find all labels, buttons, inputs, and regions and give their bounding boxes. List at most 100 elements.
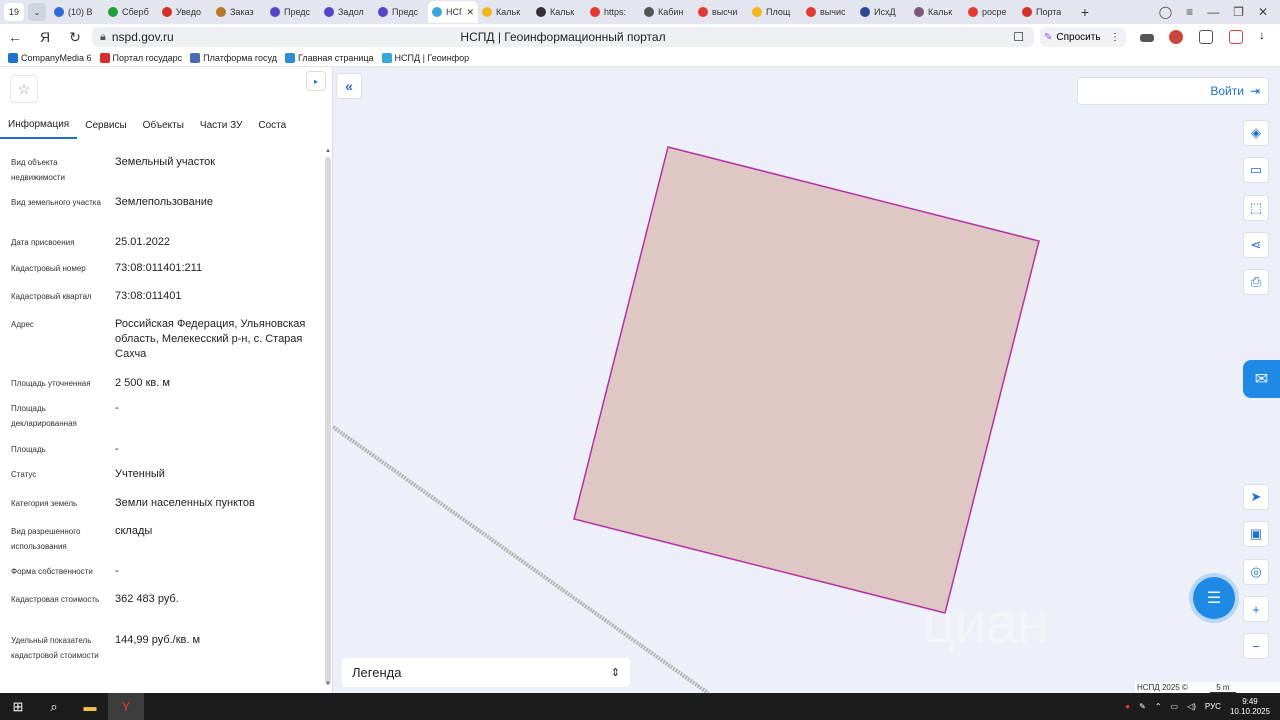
browser-tab[interactable]: Кальк — [532, 1, 586, 23]
info-key: Удельный показатель кадастровой стоимост… — [11, 636, 99, 660]
address-field[interactable]: 🔒︎ nspd.gov.ru НСПД | Геоинформационный … — [92, 27, 1034, 47]
extension-icon[interactable] — [1199, 30, 1213, 44]
bookmark-icon[interactable]: ☐ — [1013, 30, 1024, 44]
zoom-out-button[interactable]: − — [1243, 633, 1269, 659]
os-taskbar: ⊞ ⌕ ▬ Y ● ✎ ⌃ ▭ ◁) РУС 9:49 10.10.2025 — [0, 693, 1280, 720]
browser-tab[interactable]: Сберб — [104, 1, 158, 23]
chevron-down-icon[interactable]: ⌄ — [28, 3, 46, 21]
feedback-button[interactable]: ✉ — [1243, 360, 1280, 398]
yandex-browser-icon[interactable]: Y — [108, 693, 144, 720]
tab-count-button[interactable]: 19 — [4, 3, 24, 21]
extension-icon[interactable] — [1140, 34, 1154, 42]
minimap-icon[interactable]: ▣ — [1243, 521, 1269, 547]
panel-tab[interactable]: Соста — [250, 111, 294, 139]
clock-date: 10.10.2025 — [1229, 706, 1270, 716]
browser-tab[interactable]: Предс — [374, 1, 428, 23]
layers-icon[interactable]: ◈ — [1243, 120, 1269, 146]
windows-start-icon[interactable]: ⊞ — [0, 693, 36, 720]
ask-button[interactable]: ✎ Спросить ⋮ — [1040, 27, 1126, 47]
yandex-button[interactable]: Я — [30, 29, 60, 45]
extension-icon[interactable] — [1229, 30, 1243, 44]
browser-tab[interactable]: ИсхД — [856, 1, 910, 23]
tabs-next-button[interactable]: ▸ — [306, 71, 326, 91]
browser-tab[interactable]: Кальк — [478, 1, 532, 23]
clock[interactable]: 9:49 10.10.2025 — [1230, 697, 1270, 717]
ruler-icon[interactable]: ▭ — [1243, 157, 1269, 183]
antivirus-icon[interactable]: ● — [1125, 702, 1130, 711]
bookmark-item[interactable]: Портал государс — [99, 53, 182, 63]
locate-icon[interactable]: ➤ — [1243, 484, 1269, 510]
favicon-icon — [54, 7, 64, 17]
copyright-text: НСПД 2025 © — [1137, 683, 1188, 692]
new-tab-button[interactable]: + — [1076, 4, 1094, 20]
panel-scrollbar[interactable] — [325, 157, 331, 685]
language-indicator[interactable]: РУС — [1205, 702, 1221, 711]
page-title: НСПД | Геоинформационный портал — [460, 30, 666, 44]
browser-tab[interactable]: (10) B — [50, 1, 104, 23]
more-icon[interactable]: ⋮ — [1110, 32, 1126, 43]
browser-tab[interactable]: Предс — [266, 1, 320, 23]
browser-tab[interactable]: высчи — [694, 1, 748, 23]
address-bar-row: ← Я ↻ 🔒︎ nspd.gov.ru НСПД | Геоинформаци… — [0, 24, 1280, 50]
bookmark-item[interactable]: CompanyMedia 6 — [8, 53, 92, 63]
menu-icon[interactable]: ≡ — [1186, 5, 1193, 19]
browser-tab[interactable]: https: — [586, 1, 640, 23]
bookmark-item[interactable]: НСПД | Геоинфор — [381, 53, 469, 63]
browser-tab[interactable]: Заказ — [212, 1, 266, 23]
info-key: Форма собственности — [11, 567, 93, 576]
browser-tab[interactable]: Уведо — [158, 1, 212, 23]
chat-button[interactable]: ☰ — [1193, 577, 1235, 619]
panel-tab[interactable]: Части ЗУ — [192, 111, 250, 139]
login-button[interactable]: Войти ⇥ — [1077, 77, 1269, 105]
close-tab-icon[interactable]: ✕ — [466, 7, 474, 18]
scroll-down-arrow[interactable]: ▼ — [325, 681, 331, 687]
panel-tabs: Информация Сервисы Объекты Части ЗУ Соста — [0, 111, 325, 139]
print-icon[interactable]: ⎙ — [1243, 269, 1269, 295]
info-value: - — [115, 565, 119, 577]
browser-tab[interactable]: Порта — [1018, 1, 1072, 23]
browser-tab[interactable]: Площ — [748, 1, 802, 23]
network-icon[interactable]: ▭ — [1171, 702, 1179, 711]
legend-dropdown[interactable]: Легенда ⇕ — [342, 658, 630, 687]
download-icon[interactable]: ↓ — [1259, 28, 1273, 42]
zoom-in-button[interactable]: + — [1243, 596, 1269, 622]
bookmark-item[interactable]: Главная страница — [284, 53, 374, 63]
panel-tab[interactable]: Сервисы — [77, 111, 134, 139]
extension-icon[interactable] — [1169, 30, 1183, 44]
browser-tab[interactable]: Кабин — [640, 1, 694, 23]
panel-tab[interactable]: Информация — [0, 111, 78, 139]
info-value: - — [115, 402, 119, 414]
bookmark-item[interactable]: Платформа госуд — [190, 53, 277, 63]
minimize-button[interactable]: — — [1207, 5, 1219, 19]
favicon-icon — [590, 7, 600, 17]
search-icon[interactable]: ⌕ — [36, 693, 72, 720]
info-key: Кадастровый квартал — [11, 292, 92, 301]
browser-tab[interactable]: Кальк — [910, 1, 964, 23]
favicon-icon — [806, 7, 816, 17]
volume-icon[interactable]: ◁) — [1187, 702, 1196, 711]
share-icon[interactable]: ⋖ — [1243, 232, 1269, 258]
star-icon[interactable]: ☆ — [10, 75, 38, 103]
browser-tab[interactable]: Задол — [320, 1, 374, 23]
restore-button[interactable]: ❐ — [1233, 5, 1244, 19]
panel-tab[interactable]: Объекты — [135, 111, 192, 139]
file-explorer-icon[interactable]: ▬ — [72, 693, 108, 720]
pen-icon[interactable]: ✎ — [1139, 702, 1146, 711]
browser-tab-label: (10) B — [68, 7, 93, 17]
select-area-icon[interactable]: ⬚ — [1243, 195, 1269, 221]
back-button[interactable]: ← — [0, 29, 30, 45]
pin-icon[interactable]: ◎ — [1243, 559, 1269, 585]
browser-tab[interactable]: НСП ✕ — [428, 1, 478, 23]
browser-tab[interactable]: росре — [964, 1, 1018, 23]
close-window-button[interactable]: ✕ — [1258, 5, 1268, 19]
reload-button[interactable]: ↻ — [60, 29, 90, 46]
favicon-icon — [698, 7, 708, 17]
map-canvas[interactable]: циан — [333, 67, 1280, 693]
info-value: склады — [115, 525, 153, 537]
browser-tab[interactable]: вычис — [802, 1, 856, 23]
profile-icon[interactable]: ◯ — [1159, 5, 1172, 19]
browser-tab-label: Кальк — [928, 7, 953, 17]
scroll-up-arrow[interactable]: ▲ — [325, 148, 331, 154]
collapse-panel-button[interactable]: « — [336, 73, 362, 99]
tray-arrow-icon[interactable]: ⌃ — [1155, 702, 1162, 711]
